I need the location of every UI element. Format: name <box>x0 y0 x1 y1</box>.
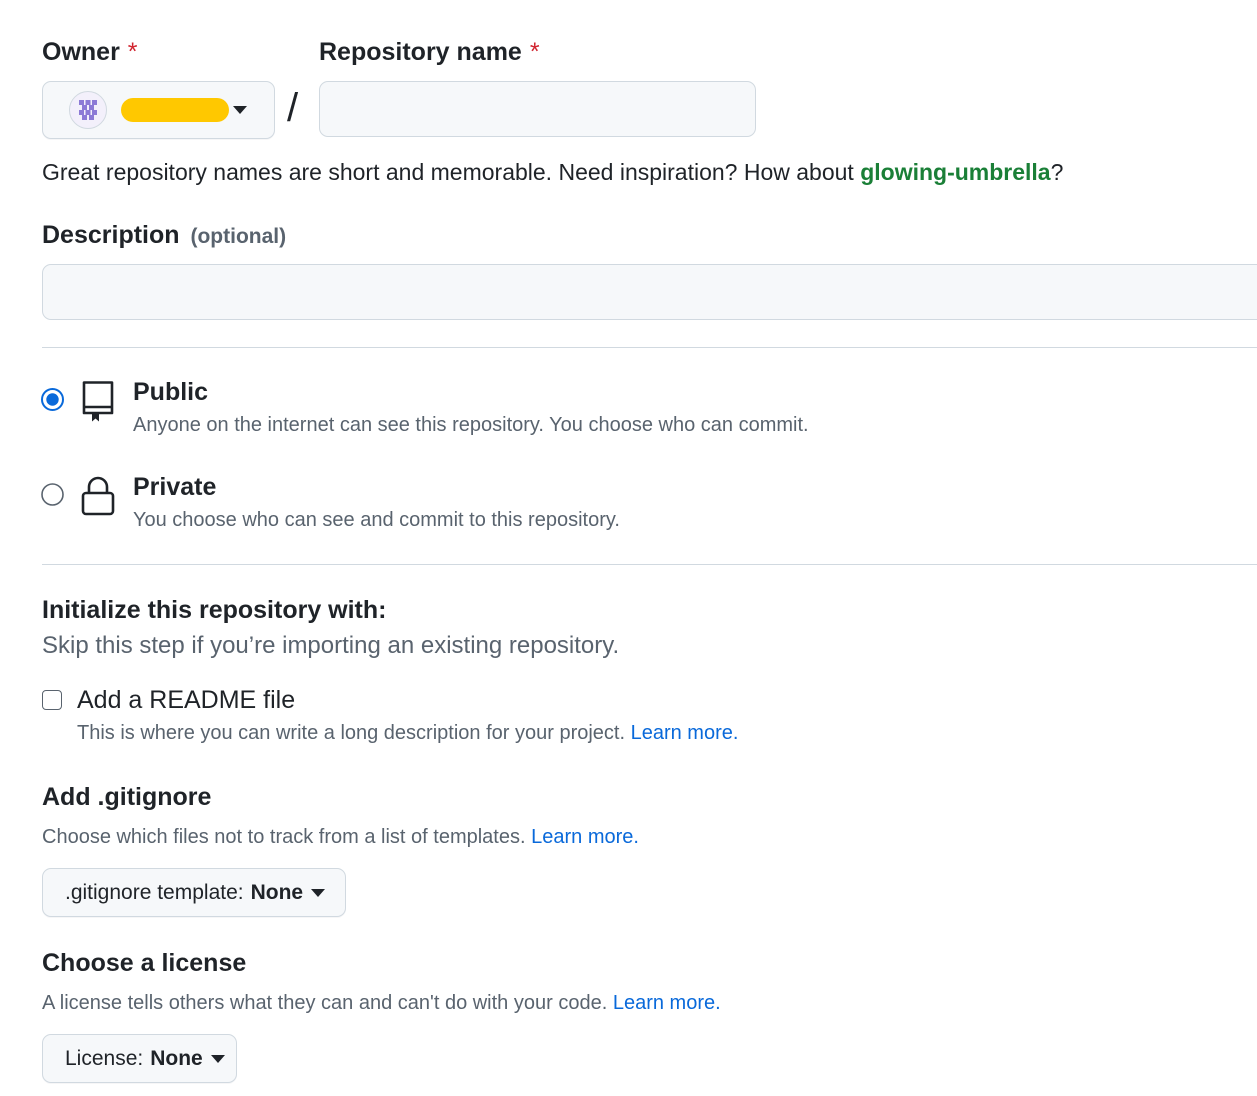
init-title: Initialize this repository with: <box>42 596 387 624</box>
gitignore-desc-text: Choose which files not to track from a l… <box>42 826 526 848</box>
repo-name-label-text: Repository name <box>319 38 522 66</box>
owner-name-redacted <box>121 98 229 122</box>
owner-repo-separator: / <box>287 86 299 130</box>
license-desc-text: A license tells others what they can and… <box>42 992 608 1014</box>
license-dropdown-value: None <box>150 1046 203 1070</box>
license-dropdown-caret-icon <box>210 1054 225 1063</box>
license-dropdown[interactable]: License: None <box>42 1034 237 1083</box>
license-title: Choose a license <box>42 949 247 977</box>
gitignore-dropdown-caret-icon <box>311 888 326 897</box>
owner-dropdown[interactable] <box>42 81 275 139</box>
repo-name-label: Repository name * <box>319 38 540 67</box>
owner-avatar <box>69 91 107 129</box>
private-desc: You choose who can see and commit to thi… <box>133 509 620 531</box>
owner-dropdown-caret-icon <box>233 106 247 114</box>
private-title: Private <box>133 473 217 501</box>
repo-icon <box>82 381 114 422</box>
gitignore-dropdown-value: None <box>250 880 304 904</box>
license-learn-more-link[interactable]: Learn more. <box>613 992 721 1014</box>
readme-learn-more-link[interactable]: Learn more. <box>631 722 739 744</box>
owner-label-text: Owner <box>42 38 120 66</box>
repo-name-input[interactable] <box>319 81 756 137</box>
description-value <box>43 265 1257 293</box>
public-radio[interactable] <box>41 388 64 416</box>
description-input[interactable] <box>42 264 1257 320</box>
repo-name-hint: Great repository names are short and mem… <box>42 159 1063 186</box>
readme-checkbox[interactable] <box>42 690 62 710</box>
gitignore-title: Add .gitignore <box>42 783 212 811</box>
readme-desc-text: This is where you can write a long descr… <box>77 722 626 744</box>
repo-name-required-mark: * <box>529 38 540 66</box>
gitignore-template-dropdown[interactable]: .gitignore template: None <box>42 868 346 917</box>
readme-desc: This is where you can write a long descr… <box>77 722 738 745</box>
description-label: Description (optional) <box>42 221 286 250</box>
license-desc: A license tells others what they can and… <box>42 992 721 1015</box>
repo-name-value <box>320 82 755 110</box>
private-radio[interactable] <box>41 483 64 511</box>
repo-name-hint-text: Great repository names are short and mem… <box>42 159 861 185</box>
owner-required-mark: * <box>127 38 138 66</box>
divider-middle <box>42 564 1257 565</box>
lock-icon <box>81 476 115 516</box>
private-radio-indicator[interactable] <box>41 483 64 506</box>
description-optional: (optional) <box>190 225 287 248</box>
public-title: Public <box>133 378 209 406</box>
public-desc: Anyone on the internet can see this repo… <box>133 414 809 436</box>
license-dropdown-prefix: License: <box>65 1046 144 1070</box>
repo-name-suggestion-link[interactable]: glowing-umbrella <box>860 159 1050 185</box>
gitignore-dropdown-prefix: .gitignore template: <box>65 880 244 904</box>
public-radio-indicator[interactable] <box>41 388 64 411</box>
gitignore-learn-more-link[interactable]: Learn more. <box>531 826 639 848</box>
repo-name-hint-suffix: ? <box>1050 159 1064 185</box>
divider-top <box>42 347 1257 348</box>
init-subtitle: Skip this step if you’re importing an ex… <box>42 632 620 659</box>
owner-label: Owner * <box>42 38 138 67</box>
gitignore-desc: Choose which files not to track from a l… <box>42 826 639 849</box>
readme-label[interactable]: Add a README file <box>77 686 295 715</box>
description-label-text: Description <box>42 221 180 249</box>
